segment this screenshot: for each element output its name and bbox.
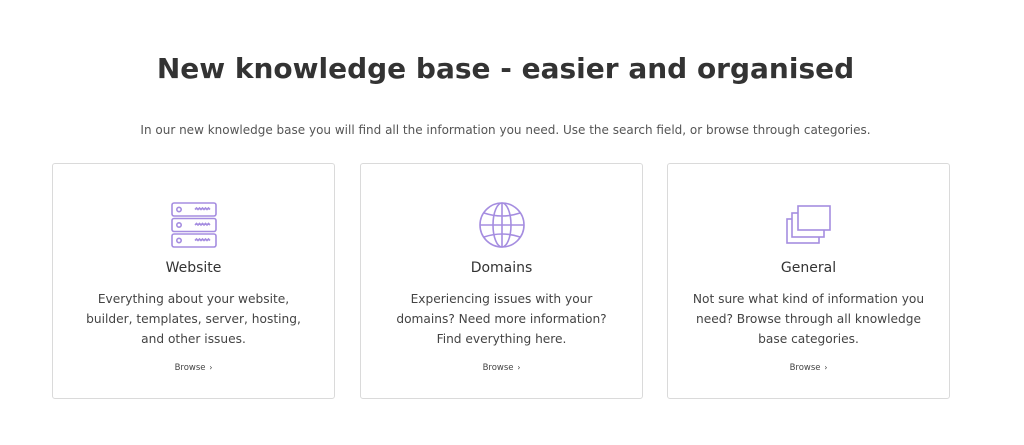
card-title: Website <box>165 260 222 276</box>
browse-link[interactable]: Browse › <box>668 361 949 375</box>
chevron-right-icon: › <box>209 363 213 372</box>
stacked-pages-icon <box>785 205 831 244</box>
category-card-general[interactable]: General Not sure what kind of informatio… <box>667 163 950 399</box>
browse-link[interactable]: Browse › <box>53 361 334 375</box>
server-icon <box>170 202 217 248</box>
category-card-domains[interactable]: Domains Experiencing issues with your do… <box>360 163 643 399</box>
browse-link[interactable]: Browse › <box>361 361 642 375</box>
card-title: Domains <box>470 260 533 276</box>
browse-link-label: Browse <box>482 363 514 373</box>
category-card-website[interactable]: Website Everything about your website, b… <box>52 163 335 399</box>
card-title: General <box>780 260 837 276</box>
page-title: New knowledge base - easier and organise… <box>156 52 855 85</box>
card-description: Not sure what kind of information you ne… <box>692 292 925 346</box>
browse-link-label: Browse <box>789 363 821 373</box>
card-description: Experiencing issues with your domains? N… <box>396 292 607 346</box>
chevron-right-icon: › <box>517 363 521 372</box>
chevron-right-icon: › <box>824 363 828 372</box>
page-subtitle: In our new knowledge base you will find … <box>140 123 871 137</box>
category-cards: Website Everything about your website, b… <box>52 163 951 399</box>
browse-link-label: Browse <box>174 363 206 373</box>
globe-icon <box>478 202 525 248</box>
card-description: Everything about your website, builder, … <box>86 292 301 346</box>
